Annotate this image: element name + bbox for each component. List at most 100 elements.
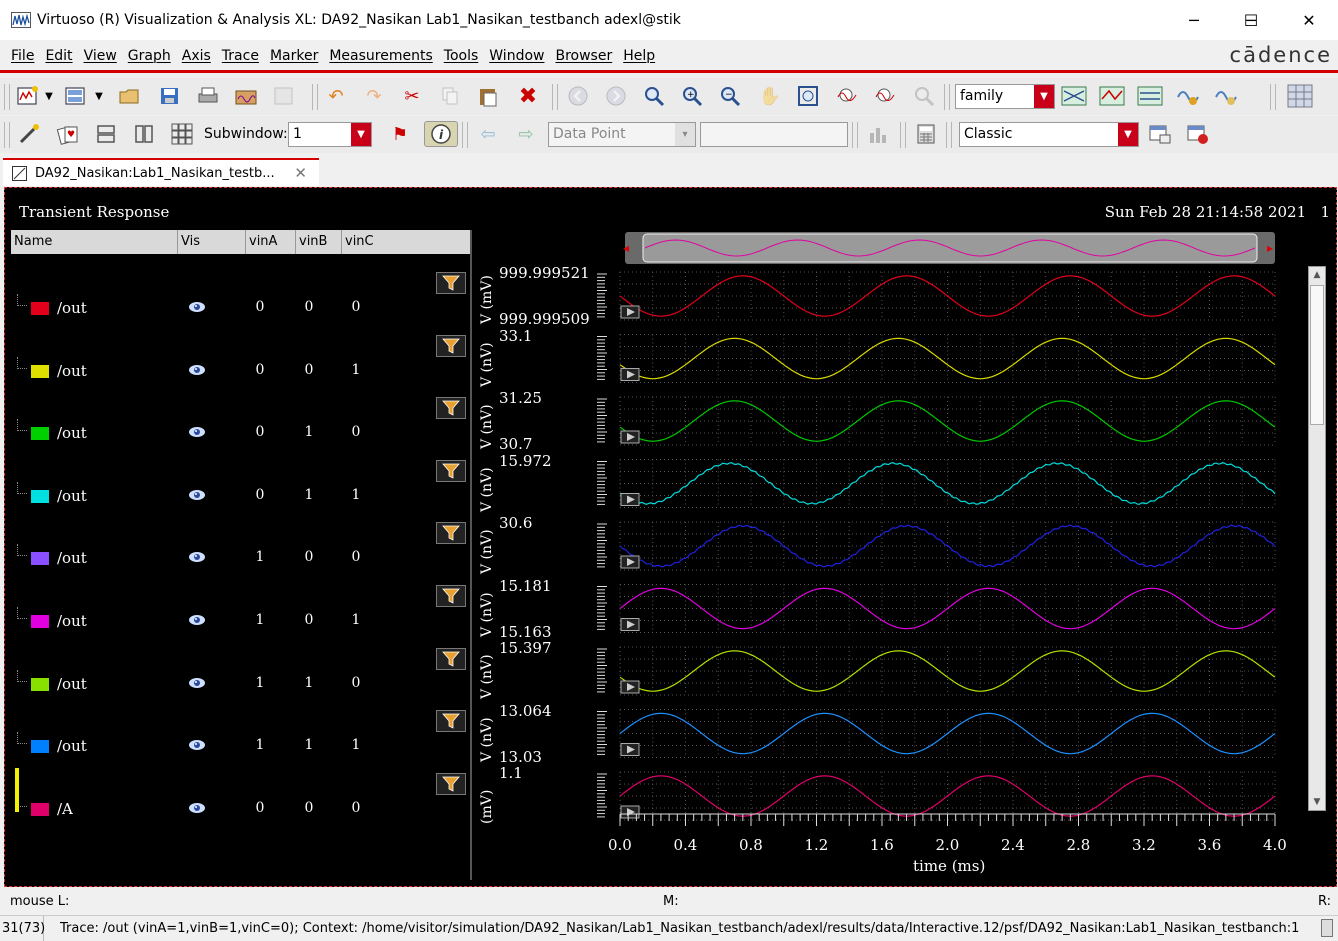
prev-point-icon[interactable]: ⇦ <box>474 121 502 147</box>
style-delete-icon[interactable] <box>1184 121 1212 147</box>
waveform-strip[interactable] <box>597 584 1276 633</box>
tab-testbench[interactable]: DA92_Nasikan:Lab1_Nasikan_testb... ✕ <box>3 158 319 186</box>
zoom-reset-icon[interactable] <box>910 83 938 109</box>
y-tick-bottom: 30.7 <box>499 435 533 453</box>
grid-split-icon[interactable] <box>168 121 196 147</box>
family-combo[interactable]: family ▼ <box>955 84 1055 109</box>
menu-tools[interactable]: Tools <box>444 48 479 64</box>
new-subwindow-icon[interactable] <box>62 83 90 109</box>
waveform-strip[interactable] <box>597 646 1276 696</box>
family-add-icon[interactable] <box>1174 83 1202 109</box>
overview-scroller[interactable]: ◂ ▸ <box>623 232 1275 264</box>
zoom-y-icon[interactable] <box>872 83 900 109</box>
info-icon[interactable]: i <box>424 121 458 147</box>
open-folder-icon[interactable] <box>116 83 144 109</box>
x-tick-label: 2.0 <box>935 836 960 854</box>
new-window-icon[interactable] <box>14 83 42 109</box>
magic-wand-icon[interactable] <box>16 121 44 147</box>
family-stack-icon[interactable] <box>1136 83 1164 109</box>
family-group-icon[interactable] <box>1098 83 1126 109</box>
menu-graph[interactable]: Graph <box>128 48 171 64</box>
y-tick-bottom: 999.999509 <box>499 310 590 328</box>
cut-icon[interactable]: ✂ <box>398 83 426 109</box>
style-combo-value: Classic <box>964 126 1013 142</box>
save-icon[interactable] <box>156 83 184 109</box>
y-axis-unit-label: V (nV) <box>479 404 495 449</box>
scroll-down-icon[interactable]: ▼ <box>1309 794 1325 810</box>
family-split-icon[interactable] <box>1060 83 1088 109</box>
back-icon[interactable] <box>564 83 592 109</box>
style-combo[interactable]: Classic ▼ <box>959 122 1139 147</box>
toolbar-separator <box>1270 84 1276 110</box>
paste-icon[interactable] <box>474 83 502 109</box>
menu-window[interactable]: Window <box>489 48 544 64</box>
x-tick-label: 1.6 <box>870 836 894 854</box>
signal-icon[interactable] <box>232 83 260 109</box>
chevron-down-icon: ▼ <box>1034 85 1054 108</box>
graph-icon[interactable] <box>270 83 298 109</box>
grid-icon[interactable] <box>1286 83 1314 109</box>
menu-view[interactable]: View <box>84 48 117 64</box>
waveform-strip[interactable] <box>597 771 1276 821</box>
menu-help[interactable]: Help <box>623 48 655 64</box>
menu-trace[interactable]: Trace <box>222 48 259 64</box>
undo-icon[interactable]: ↶ <box>322 83 350 109</box>
family-edit-icon[interactable] <box>1212 83 1240 109</box>
waveform-strips[interactable]: ◂ ▸ <box>5 188 1338 888</box>
waveform-strip[interactable] <box>597 334 1276 383</box>
redo-icon[interactable]: ↷ <box>360 83 388 109</box>
flag-icon[interactable]: ⚑ <box>386 121 414 147</box>
horizontal-split-icon[interactable] <box>92 121 120 147</box>
message-text: Trace: /out (vinA=1,vinB=1,vinC=0); Cont… <box>60 921 1300 936</box>
minimize-icon[interactable]: ─ <box>1165 0 1223 40</box>
tab-close-icon[interactable]: ✕ <box>294 164 307 182</box>
y-tick-top: 30.6 <box>499 514 533 532</box>
scroll-up-icon[interactable]: ▲ <box>1309 267 1325 283</box>
y-tick-bottom: 13.03 <box>499 747 542 766</box>
new-window-dropdown-icon[interactable]: ▼ <box>42 83 56 109</box>
waveform-strip[interactable] <box>597 396 1276 446</box>
waveform-strip[interactable] <box>597 709 1276 758</box>
zoom-out-icon[interactable]: − <box>716 83 744 109</box>
menu-measurements[interactable]: Measurements <box>329 48 432 64</box>
maximize-icon[interactable]: ☐ <box>1222 0 1280 40</box>
forward-icon[interactable] <box>602 83 630 109</box>
close-icon[interactable]: ✕ <box>1280 0 1338 40</box>
waveform-strip[interactable] <box>597 271 1276 321</box>
graph-area[interactable]: Transient Response Sun Feb 28 21:14:58 2… <box>4 187 1337 887</box>
zoom-x-icon[interactable] <box>834 83 862 109</box>
waveform-strip[interactable] <box>597 521 1276 571</box>
zoom-icon[interactable] <box>640 83 668 109</box>
toolbar-separator <box>552 84 558 110</box>
message-scroll-handle[interactable] <box>1321 919 1333 937</box>
vertical-split-icon[interactable] <box>130 121 158 147</box>
next-point-icon[interactable]: ⇨ <box>512 121 540 147</box>
copy-icon[interactable] <box>436 83 464 109</box>
scroll-thumb[interactable] <box>1310 285 1324 425</box>
waveform-strip[interactable] <box>597 459 1276 508</box>
subwindow-dropdown-icon[interactable]: ▼ <box>92 83 106 109</box>
cards-icon[interactable]: ♥ <box>54 121 82 147</box>
subwindow-combo[interactable]: 1 ▼ <box>288 122 372 147</box>
overview-arrow-icon[interactable]: ◂ <box>623 241 629 255</box>
zoom-in-icon[interactable]: + <box>678 83 706 109</box>
bar-chart-icon[interactable] <box>864 121 892 147</box>
y-axis-unit-label: V (nV) <box>479 591 495 637</box>
menu-edit[interactable]: Edit <box>45 48 72 64</box>
menu-file[interactable]: File <box>11 48 34 64</box>
print-icon[interactable] <box>194 83 222 109</box>
fit-icon[interactable] <box>794 83 822 109</box>
vertical-scrollbar[interactable]: ▲ ▼ <box>1308 266 1326 811</box>
style-edit-icon[interactable] <box>1146 121 1174 147</box>
menu-marker[interactable]: Marker <box>270 48 318 64</box>
delete-icon[interactable]: ✖ <box>514 83 542 109</box>
subwindow-label: Subwindow: <box>204 126 288 142</box>
datapoint-value-field[interactable] <box>700 122 848 147</box>
datapoint-combo[interactable]: Data Point ▾ <box>548 122 696 147</box>
calculator-icon[interactable] <box>912 121 940 147</box>
x-tick-label: 0.0 <box>608 836 632 854</box>
menu-axis[interactable]: Axis <box>182 48 211 64</box>
menu-browser[interactable]: Browser <box>555 48 612 64</box>
overview-arrow-icon[interactable]: ▸ <box>1267 241 1273 255</box>
hand-icon[interactable]: ✋ <box>756 83 784 109</box>
